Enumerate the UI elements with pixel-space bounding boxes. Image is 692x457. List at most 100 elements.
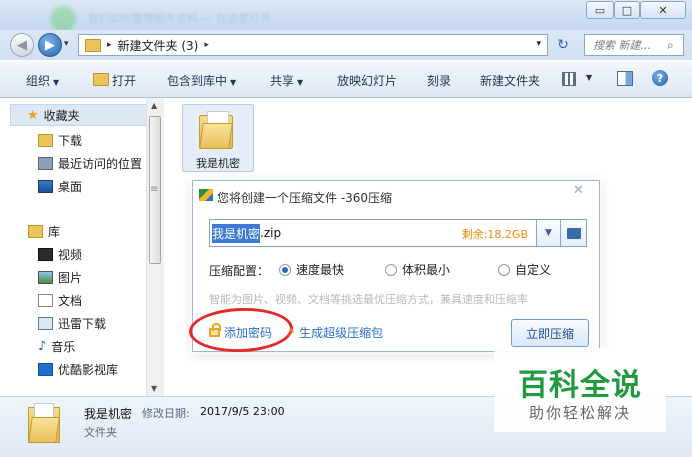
nav-xunlei-downloads[interactable]: 迅雷下载 xyxy=(38,315,106,332)
videos-icon xyxy=(38,248,53,261)
nav-downloads[interactable]: 下载 xyxy=(38,132,82,149)
nav-scrollbar[interactable]: ▲ ▼ xyxy=(146,98,164,396)
breadcrumb-separator-icon[interactable]: ▸ xyxy=(107,40,112,50)
option-fastest[interactable]: 速度最快 xyxy=(279,261,344,278)
360-zip-logo-icon xyxy=(199,189,213,201)
option-custom[interactable]: 自定义 xyxy=(498,261,551,278)
breadcrumb-separator-icon[interactable]: ▸ xyxy=(204,40,209,50)
archive-format-dropdown[interactable]: ▼ xyxy=(537,219,561,247)
open-folder-icon xyxy=(93,73,109,86)
compress-hint: 智能为图片、视频、文档等挑选最优压缩方式，兼具速度和压缩率 xyxy=(209,293,528,306)
slideshow-button[interactable]: 放映幻灯片 xyxy=(337,72,397,89)
blurred-title-text: 我们如何整理照片资料 — 在这里打开 xyxy=(88,12,271,25)
libraries-icon xyxy=(28,225,43,238)
address-bar[interactable]: ▸ 新建文件夹 (3) ▸ ▾ xyxy=(78,34,548,56)
compress-config-label: 压缩配置： xyxy=(209,264,270,278)
nav-desktop[interactable]: 桌面 xyxy=(38,178,82,195)
folder-item[interactable]: 我是机密 xyxy=(182,104,254,172)
radio-unselected[interactable] xyxy=(498,263,510,276)
scroll-up-icon[interactable]: ▲ xyxy=(151,101,157,110)
open-button[interactable]: 打开 xyxy=(93,72,136,89)
preview-pane-icon[interactable] xyxy=(617,71,633,86)
dialog-close-icon[interactable]: ✕ xyxy=(573,183,584,198)
blurred-app-logo xyxy=(50,6,76,32)
nav-videos-label: 视频 xyxy=(58,248,83,262)
nav-youku-library[interactable]: 优酷影视库 xyxy=(38,361,118,378)
desktop-icon xyxy=(38,180,53,193)
help-icon[interactable]: ? xyxy=(652,70,668,86)
share-button[interactable]: 共享 ▼ xyxy=(270,72,303,89)
search-placeholder[interactable]: 搜索 新建... xyxy=(585,37,667,53)
open-label: 打开 xyxy=(112,74,137,88)
close-button[interactable]: ✕ xyxy=(640,1,686,19)
minimize-button[interactable]: ▭ xyxy=(586,1,614,19)
include-in-library-label: 包含到库中 xyxy=(167,74,228,88)
remaining-space: 剩余:18.2GB xyxy=(461,228,528,241)
nav-music[interactable]: ♪ 音乐 xyxy=(38,338,75,355)
chevron-down-icon: ▼ xyxy=(53,78,60,87)
nav-favorites[interactable]: ★ 收藏夹 xyxy=(10,104,148,126)
nav-documents[interactable]: 文档 xyxy=(38,292,82,309)
option-custom-label: 自定义 xyxy=(515,263,552,277)
watermark: 百科全说 助你轻松解决 xyxy=(494,348,666,432)
create-sfx-link[interactable]: ⚡ 生成超级压缩包 xyxy=(287,324,383,341)
nav-libraries[interactable]: 库 xyxy=(28,223,60,240)
folder-icon xyxy=(28,403,64,443)
back-button[interactable]: ◀ xyxy=(10,33,34,57)
folder-icon xyxy=(199,111,235,149)
nav-recent-places[interactable]: 最近访问的位置 xyxy=(38,155,142,172)
view-options-dropdown-icon[interactable]: ▼ xyxy=(586,73,592,82)
add-password-label: 添加密码 xyxy=(224,326,273,340)
nav-videos[interactable]: 视频 xyxy=(38,246,82,263)
lock-icon xyxy=(209,323,221,337)
organize-button[interactable]: 组织 ▼ xyxy=(26,72,59,89)
watermark-subtitle: 助你轻松解决 xyxy=(528,404,631,422)
nav-youku-library-label: 优酷影视库 xyxy=(58,363,119,377)
nav-pictures[interactable]: 图片 xyxy=(38,269,82,286)
breadcrumb-current-folder[interactable]: 新建文件夹 (3) xyxy=(118,37,199,54)
forward-button[interactable]: ▶ xyxy=(38,33,62,57)
search-icon[interactable]: ⌕ xyxy=(667,38,683,53)
maximize-button[interactable]: □ xyxy=(614,1,640,19)
compress-now-button[interactable]: 立即压缩 xyxy=(511,319,589,347)
recent-places-icon xyxy=(38,157,53,170)
radio-unselected[interactable] xyxy=(385,263,397,276)
address-dropdown-icon[interactable]: ▾ xyxy=(536,39,541,49)
add-password-link[interactable]: 添加密码 xyxy=(209,323,273,341)
nav-favorites-label: 收藏夹 xyxy=(43,108,80,123)
nav-pictures-label: 图片 xyxy=(58,271,83,285)
splitter-grip-icon[interactable]: ≡ xyxy=(150,184,158,195)
nav-desktop-label: 桌面 xyxy=(58,180,83,194)
change-view-icon[interactable] xyxy=(562,72,576,86)
title-bar: 我们如何整理照片资料 — 在这里打开 ▭ □ ✕ xyxy=(0,0,692,32)
burn-button[interactable]: 刻录 xyxy=(427,72,451,89)
nav-libraries-label: 库 xyxy=(48,225,61,239)
music-icon: ♪ xyxy=(38,339,47,354)
compress-dialog: 您将创建一个压缩文件 -360压缩 ✕ 我是机密 .zip 剩余:18.2GB ▼… xyxy=(188,180,600,354)
search-input[interactable]: 搜索 新建... ⌕ xyxy=(584,34,684,56)
archive-name-extension: .zip xyxy=(260,226,282,240)
share-label: 共享 xyxy=(270,74,295,88)
option-fastest-label: 速度最快 xyxy=(296,263,345,277)
option-smallest[interactable]: 体积最小 xyxy=(385,261,450,278)
archive-name-input[interactable]: 我是机密 .zip 剩余:18.2GB xyxy=(209,219,537,247)
create-sfx-label: 生成超级压缩包 xyxy=(299,326,384,340)
include-in-library-button[interactable]: 包含到库中 ▼ xyxy=(167,72,236,89)
nav-music-label: 音乐 xyxy=(51,340,76,354)
downloads-folder-icon xyxy=(38,134,53,147)
nav-downloads-label: 下载 xyxy=(58,134,83,148)
folder-icon xyxy=(85,38,101,52)
browse-folder-button[interactable] xyxy=(561,219,587,247)
scroll-down-icon[interactable]: ▼ xyxy=(151,384,157,393)
dialog-title: 您将创建一个压缩文件 -360压缩 xyxy=(217,191,393,205)
folder-item-label: 我是机密 xyxy=(196,157,240,170)
details-item-name: 我是机密 xyxy=(84,407,133,421)
recent-pages-dropdown-icon[interactable]: ▾ xyxy=(64,39,69,49)
radio-selected[interactable] xyxy=(279,263,291,276)
watermark-title: 百科全说 xyxy=(518,368,642,403)
new-folder-button[interactable]: 新建文件夹 xyxy=(480,72,540,89)
pictures-icon xyxy=(38,271,53,284)
nav-documents-label: 文档 xyxy=(58,294,83,308)
refresh-icon[interactable]: ↻ xyxy=(552,36,574,54)
nav-recent-places-label: 最近访问的位置 xyxy=(58,157,143,171)
